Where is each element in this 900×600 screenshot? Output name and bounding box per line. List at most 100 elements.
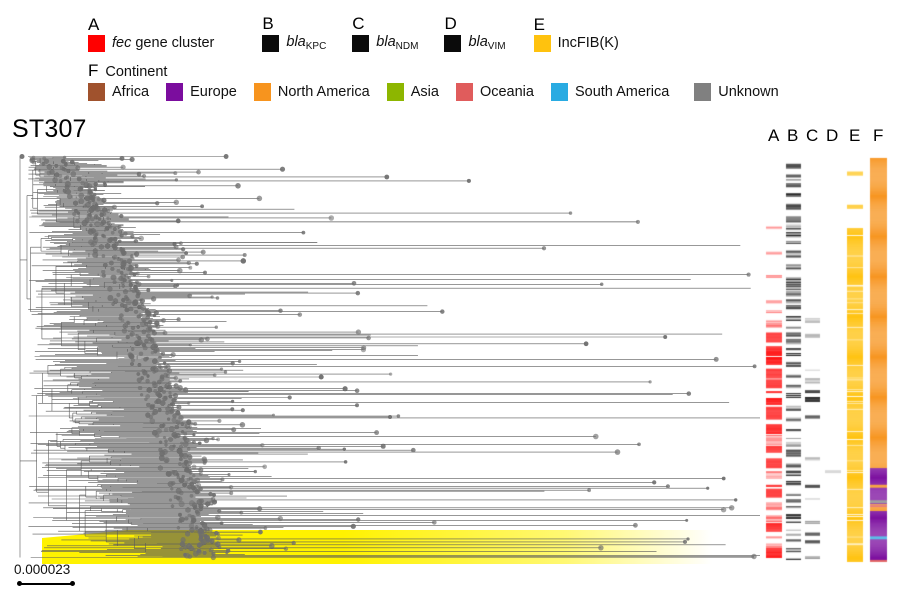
legend-continent-oceania: Oceania (455, 83, 534, 101)
tree-node-marker (262, 464, 267, 470)
tree-node-marker (178, 477, 185, 484)
tree-node-marker (157, 408, 162, 413)
tree-node-marker (198, 337, 205, 343)
track-column-headers: A B C D E F (760, 126, 895, 150)
tree-node-marker (139, 321, 146, 328)
legend-letter-a: A (88, 15, 100, 34)
tree-node-marker (167, 384, 173, 390)
legend-group-a: A fec gene cluster (88, 15, 214, 52)
tree-node-marker (186, 260, 191, 265)
page-title: ST307 (12, 115, 87, 143)
tree-node-marker (101, 269, 106, 274)
tree-node-marker (217, 418, 222, 423)
tree-node-marker (237, 359, 242, 364)
tree-node-marker (184, 531, 191, 537)
legend-swatch-line-a: fec gene cluster (88, 35, 214, 52)
tree-node-marker (180, 254, 186, 260)
legend-swatch-line-b: blaKPC (262, 34, 326, 52)
tree-node-marker (151, 358, 158, 365)
tree-node-marker (186, 447, 191, 451)
tree-node-marker (178, 378, 183, 383)
tree-node-marker (133, 309, 139, 314)
tree-node-marker (214, 325, 218, 329)
tree-node-marker (81, 219, 88, 226)
legend-swatch-south-america (550, 83, 568, 101)
tree-node-marker (713, 356, 719, 362)
tree-node-marker (137, 363, 142, 368)
tree-node-marker (119, 155, 125, 161)
tree-node-marker (107, 237, 113, 244)
tree-node-marker (223, 370, 228, 374)
tree-node-marker (191, 464, 197, 470)
legend-label-asia: Asia (410, 83, 439, 100)
tree-node-marker (146, 374, 150, 378)
tree-node-marker (156, 379, 162, 385)
tree-node-marker (144, 338, 149, 344)
tree-node-marker (587, 488, 591, 493)
tree-node-marker (155, 323, 161, 329)
legend-continent-europe: Europe (166, 83, 237, 101)
tree-node-marker (219, 521, 224, 526)
metadata-tracks (760, 152, 896, 564)
track-header-f: F (873, 126, 884, 145)
tree-node-marker (168, 425, 175, 432)
tree-node-marker (235, 183, 241, 189)
tree-node-marker (350, 523, 356, 529)
tree-node-marker (183, 431, 188, 436)
tree-node-marker (210, 554, 216, 561)
tree-node-marker (140, 305, 147, 311)
legend-swatch-bla-ndm (352, 34, 370, 52)
tree-node-marker (291, 540, 296, 546)
tree-node-marker (158, 440, 163, 445)
tree-node-marker (240, 258, 247, 264)
tree-node-marker (163, 427, 169, 432)
tree-node-marker (138, 351, 144, 356)
tree-node-marker (175, 218, 181, 224)
track-header-e: E (849, 126, 861, 145)
tree-node-marker (287, 395, 292, 400)
tree-node-marker (207, 527, 213, 533)
tree-node-marker (122, 323, 129, 330)
tree-node-marker (215, 514, 221, 521)
tree-node-marker (541, 246, 547, 251)
tree-node-marker (225, 551, 229, 555)
legend-label-bla-ndm-sub: NDM (395, 41, 419, 52)
tree-node-marker (64, 184, 70, 190)
tree-node-marker (96, 197, 101, 202)
tree-node-marker (194, 261, 199, 266)
tree-node-marker (720, 506, 727, 513)
legend-continent-title: Continent (105, 64, 168, 80)
tree-node-marker (227, 473, 231, 477)
tree-node-marker (146, 274, 151, 279)
tree-node-marker (117, 224, 122, 229)
tree-node-marker (166, 417, 171, 421)
tree-node-marker (215, 296, 220, 300)
tree-node-marker (58, 173, 63, 179)
tree-node-marker (198, 471, 203, 476)
tree-node-marker (177, 412, 181, 416)
tree-node-marker (355, 290, 361, 296)
tree-node-marker (119, 213, 124, 219)
tree-node-marker (211, 436, 215, 441)
clade-highlight-wedge (42, 530, 712, 564)
tree-node-marker (155, 201, 160, 206)
tree-node-marker (388, 372, 393, 376)
tree-node-marker (145, 378, 150, 384)
tree-node-marker (108, 260, 114, 266)
tree-node-marker (173, 284, 178, 289)
tree-node-marker (193, 421, 198, 426)
tree-node-marker (230, 407, 235, 412)
tree-node-marker (101, 197, 107, 204)
tree-node-marker (175, 419, 181, 425)
tree-node-marker (46, 170, 52, 176)
tree-node-marker (31, 160, 36, 165)
legend-continent-asia: Asia (386, 83, 439, 101)
tree-node-marker (160, 351, 166, 356)
tree-node-marker (136, 325, 141, 330)
tree-node-marker (177, 384, 183, 391)
tree-node-marker (242, 253, 247, 257)
tree-node-marker (198, 467, 204, 473)
tree-node-marker (157, 465, 164, 471)
tree-node-marker (686, 391, 692, 396)
legend-label-north-america: North America (277, 83, 370, 100)
